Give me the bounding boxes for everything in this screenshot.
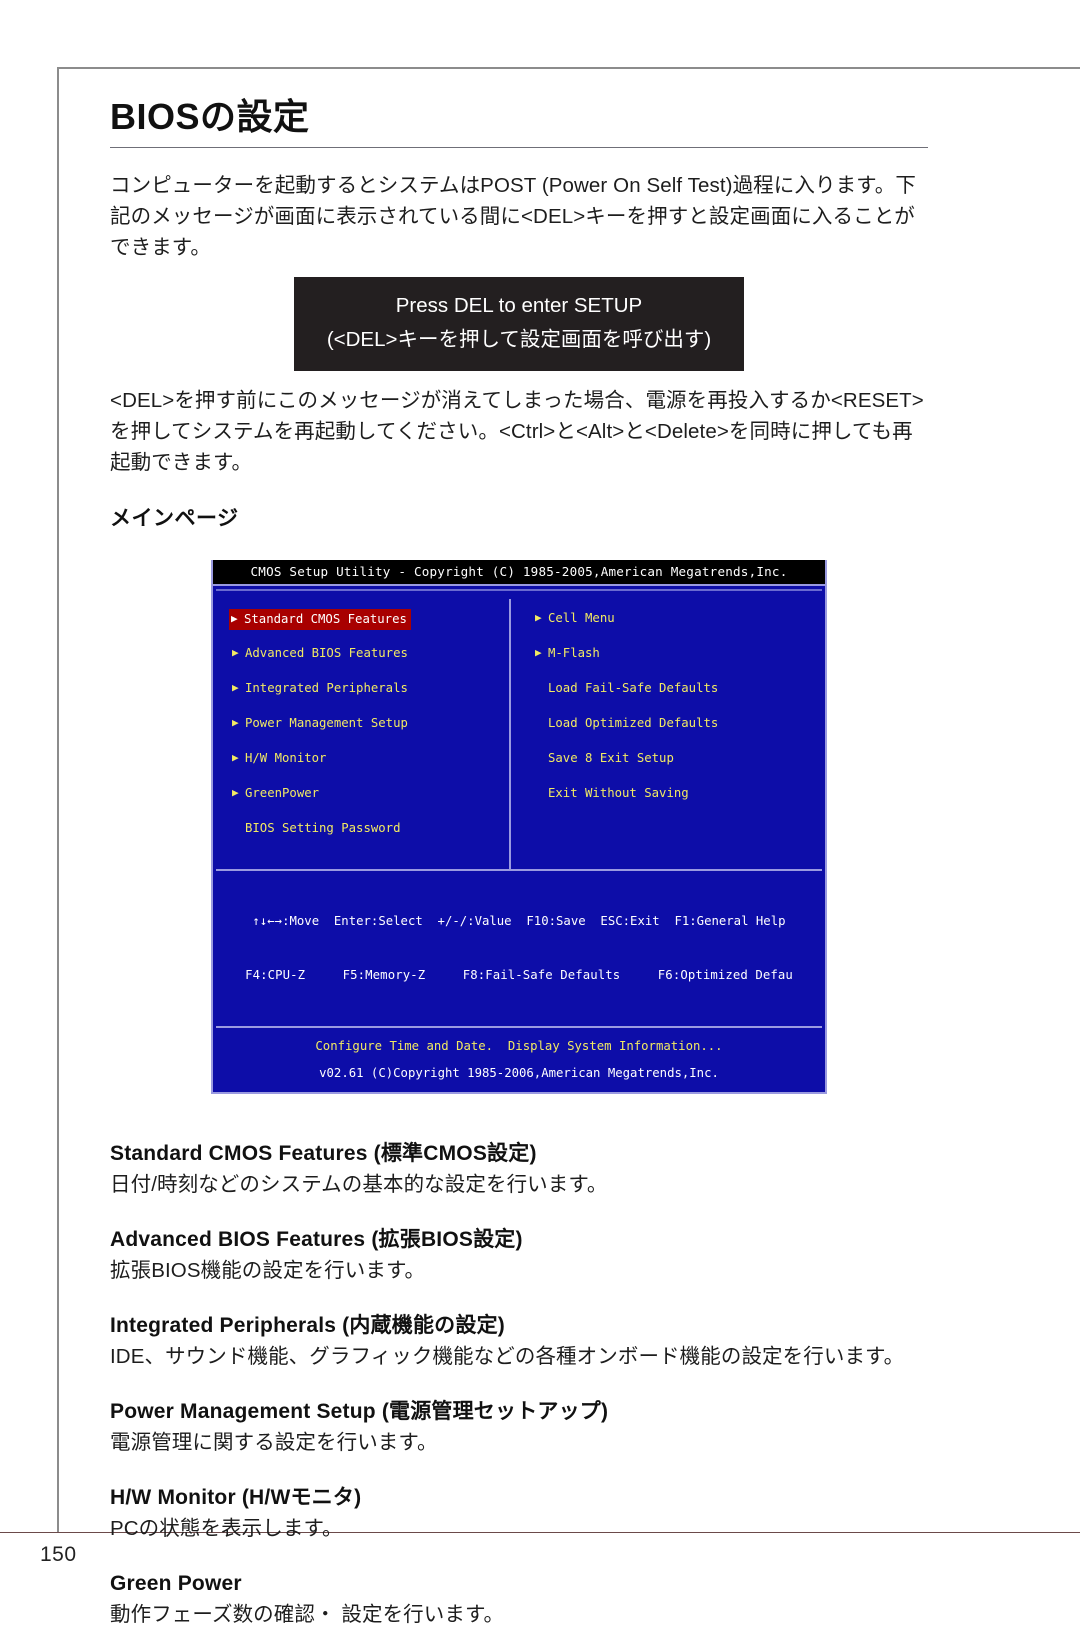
intro-paragraph-2: <DEL>を押す前にこのメッセージが消えてしまった場合、電源を再投入するか<RE… xyxy=(110,389,924,475)
description-title: Green Power xyxy=(110,1572,242,1596)
description-title: Integrated Peripherals (内蔵機能の設定) xyxy=(110,1314,505,1338)
description-text: PCの状態を表示します。 xyxy=(110,1517,343,1541)
bios-menu-item-label: H/W Monitor xyxy=(245,751,327,766)
post-message-line-1: Press DEL to enter SETUP xyxy=(395,294,643,318)
bios-menu-item[interactable]: ▶Exit Without Saving xyxy=(535,784,822,819)
bios-menu-item[interactable]: ▶ Standard CMOS Features xyxy=(229,609,509,644)
bios-menu-item-inner: ▶Exit Without Saving xyxy=(535,784,689,802)
bios-menu-item-inner: ▶ Integrated Peripherals xyxy=(232,679,408,697)
section-heading-main-page: メインページ xyxy=(110,507,239,531)
bios-menu-item-selected: ▶ Standard CMOS Features xyxy=(229,609,411,631)
bios-menu-item-inner: ▶ Power Management Setup xyxy=(232,714,408,732)
triangle-right-icon: ▶ xyxy=(231,612,238,626)
bios-menu-item-label: Exit Without Saving xyxy=(548,786,689,801)
bios-menu-item-label: Standard CMOS Features xyxy=(244,612,407,627)
page-title: BIOSの設定 xyxy=(110,96,310,137)
bios-menu-item-label: GreenPower xyxy=(245,786,320,801)
bios-menu-item-inner: ▶BIOS Setting Password xyxy=(232,819,400,837)
page-content: BIOSの設定 コンピューターを起動するとシステムはPOST (Power On… xyxy=(110,96,928,1630)
description-title: H/W Monitor (H/Wモニタ) xyxy=(110,1486,362,1510)
triangle-right-icon: ▶ xyxy=(535,611,542,625)
bios-menu-item-label: BIOS Setting Password xyxy=(245,821,401,836)
title-underline xyxy=(110,147,928,149)
post-message-line-2: (<DEL>キーを押して設定画面を呼び出す) xyxy=(326,328,712,352)
description-title: Power Management Setup (電源管理セットアップ) xyxy=(110,1400,609,1424)
bios-menu-item-inner: ▶ Cell Menu xyxy=(535,609,615,627)
bios-menu-item-inner: ▶Load Fail-Safe Defaults xyxy=(535,679,718,697)
bios-body: ▶ Standard CMOS Features ▶ Advanced BIOS Fe… xyxy=(216,589,822,1092)
bios-menu-columns: ▶ Standard CMOS Features ▶ Advanced BIOS Fe… xyxy=(216,599,822,870)
triangle-right-icon: ▶ xyxy=(232,716,239,730)
description-title: Advanced BIOS Features (拡張BIOS設定) xyxy=(110,1228,523,1252)
intro-paragraph-1: コンピューターを起動するとシステムはPOST (Power On Self Te… xyxy=(110,174,916,260)
bios-setup-screen: CMOS Setup Utility - Copyright (C) 1985-… xyxy=(211,560,827,1095)
bios-menu-item-inner: ▶ GreenPower xyxy=(232,784,319,802)
bios-key-legend: ↑↓←→:Move Enter:Select +/-/:Value F10:Sa… xyxy=(216,869,822,1029)
triangle-right-icon: ▶ xyxy=(232,646,239,660)
bios-menu-item[interactable]: ▶BIOS Setting Password xyxy=(232,819,509,854)
bios-menu-item[interactable]: ▶Load Fail-Safe Defaults xyxy=(535,679,822,714)
bios-key-legend-line-1: ↑↓←→:Move Enter:Select +/-/:Value F10:Sa… xyxy=(252,914,786,929)
description-block: Advanced BIOS Features (拡張BIOS設定) 拡張BIOS機… xyxy=(110,1226,928,1286)
description-block: Green Power 動作フェーズ数の確認・ 設定を行います。 xyxy=(110,1570,928,1630)
bios-menu-item-label: M-Flash xyxy=(548,646,600,661)
bios-menu-item-inner: ▶Save 8 Exit Setup xyxy=(535,749,674,767)
bios-menu-item-inner: ▶Load Optimized Defaults xyxy=(535,714,718,732)
bios-menu-item[interactable]: ▶ Power Management Setup xyxy=(232,714,509,749)
bios-version-text: v02.61 (C)Copyright 1985-2006,American M… xyxy=(319,1066,719,1081)
post-message-box: Press DEL to enter SETUP (<DEL>キーを押して設定画… xyxy=(294,277,744,372)
bios-menu-item-inner: ▶ M-Flash xyxy=(535,644,600,662)
triangle-right-icon: ▶ xyxy=(232,681,239,695)
bios-menu-item[interactable]: ▶ GreenPower xyxy=(232,784,509,819)
bios-menu-item-label: Save 8 Exit Setup xyxy=(548,751,674,766)
page-number: 150 xyxy=(40,1543,77,1566)
bios-menu-item[interactable]: ▶ M-Flash xyxy=(535,644,822,679)
triangle-right-icon: ▶ xyxy=(232,786,239,800)
description-title: Standard CMOS Features (標準CMOS設定) xyxy=(110,1142,537,1166)
bios-menu-item-label: Advanced BIOS Features xyxy=(245,646,408,661)
bios-titlebar: CMOS Setup Utility - Copyright (C) 1985-… xyxy=(213,560,825,587)
bios-menu-item-label: Integrated Peripherals xyxy=(245,681,408,696)
bios-key-legend-line-2: F4:CPU-Z F5:Memory-Z F8:Fail-Safe Defaul… xyxy=(245,968,793,983)
description-text: 拡張BIOS機能の設定を行います。 xyxy=(110,1259,426,1283)
bios-menu-item-label: Power Management Setup xyxy=(245,716,408,731)
bios-screenshot-wrapper: CMOS Setup Utility - Copyright (C) 1985-… xyxy=(110,560,928,1095)
bios-menu-item-label: Cell Menu xyxy=(548,611,615,626)
bios-menu-item-label: Load Fail-Safe Defaults xyxy=(548,681,719,696)
description-text: 電源管理に関する設定を行います。 xyxy=(110,1431,438,1455)
bios-menu-item-inner: ▶ H/W Monitor xyxy=(232,749,326,767)
bios-menu-item[interactable]: ▶ Advanced BIOS Features xyxy=(232,644,509,679)
bios-menu-item[interactable]: ▶ Cell Menu xyxy=(535,609,822,644)
description-block: Integrated Peripherals (内蔵機能の設定) IDE、サウンド… xyxy=(110,1312,928,1372)
description-list: Standard CMOS Features (標準CMOS設定) 日付/時刻など… xyxy=(110,1140,928,1630)
description-block: Standard CMOS Features (標準CMOS設定) 日付/時刻など… xyxy=(110,1140,928,1200)
description-text: IDE、サウンド機能、グラフィック機能などの各種オンボード機能の設定を行います。 xyxy=(110,1345,905,1369)
triangle-right-icon: ▶ xyxy=(232,751,239,765)
bios-menu-item[interactable]: ▶ Integrated Peripherals xyxy=(232,679,509,714)
bios-hint-text: Configure Time and Date. Display System … xyxy=(315,1039,723,1054)
description-block: H/W Monitor (H/Wモニタ) PCの状態を表示します。 xyxy=(110,1484,928,1544)
bios-menu-column-left: ▶ Standard CMOS Features ▶ Advanced BIOS Fe… xyxy=(216,599,511,870)
bios-menu-item-label: Load Optimized Defaults xyxy=(548,716,719,731)
bios-menu-column-right: ▶ Cell Menu ▶ M-Flash ▶Load Fail-Safe Defaul… xyxy=(511,599,822,869)
description-text: 動作フェーズ数の確認・ 設定を行います。 xyxy=(110,1603,505,1627)
bios-menu-item[interactable]: ▶Load Optimized Defaults xyxy=(535,714,822,749)
description-block: Power Management Setup (電源管理セットアップ) 電源管理に… xyxy=(110,1398,928,1458)
bios-menu-item-inner: ▶ Advanced BIOS Features xyxy=(232,644,408,662)
triangle-right-icon: ▶ xyxy=(535,646,542,660)
bios-menu-item[interactable]: ▶ H/W Monitor xyxy=(232,749,509,784)
bios-menu-item[interactable]: ▶Save 8 Exit Setup xyxy=(535,749,822,784)
description-text: 日付/時刻などのシステムの基本的な設定を行います。 xyxy=(110,1173,608,1197)
